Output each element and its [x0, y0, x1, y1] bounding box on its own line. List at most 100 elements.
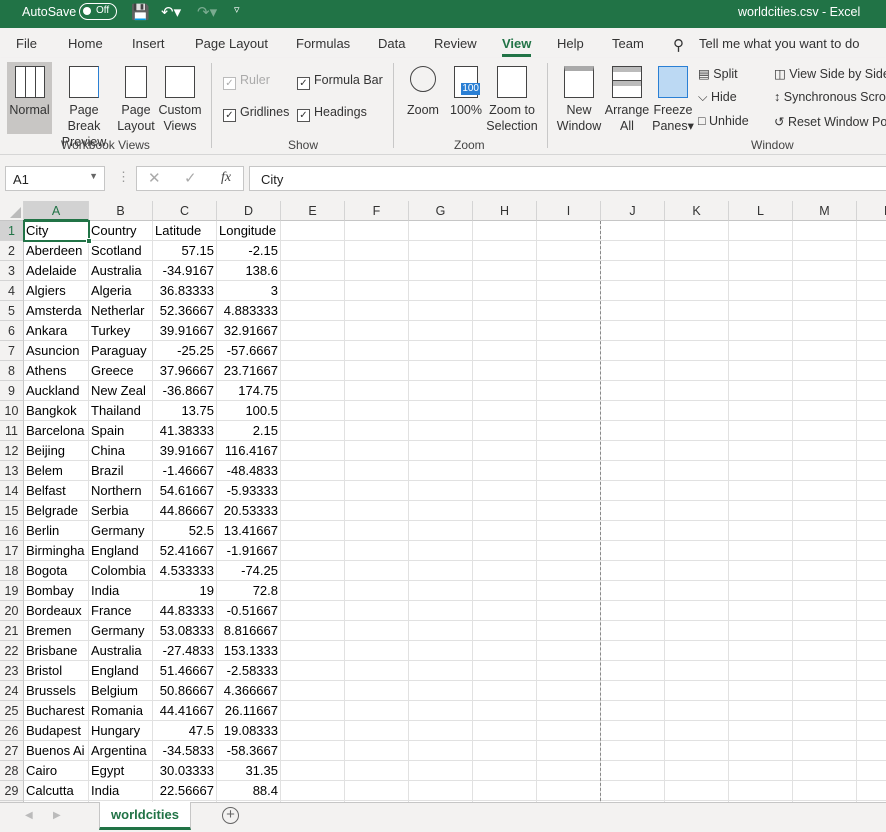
cell[interactable]	[793, 681, 857, 701]
cell[interactable]: 20.53333	[217, 501, 281, 521]
cell[interactable]: Bordeaux	[24, 601, 89, 621]
cell[interactable]: 72.8	[217, 581, 281, 601]
cell[interactable]	[729, 581, 793, 601]
column-header-i[interactable]: I	[537, 201, 601, 221]
cell[interactable]	[473, 461, 537, 481]
cell[interactable]: 39.91667	[153, 321, 217, 341]
cell[interactable]: 52.41667	[153, 541, 217, 561]
cell[interactable]	[729, 301, 793, 321]
row-header[interactable]: 20	[0, 601, 24, 621]
cell[interactable]	[473, 681, 537, 701]
cell[interactable]	[345, 421, 409, 441]
cell[interactable]: 4.366667	[217, 681, 281, 701]
cell[interactable]	[537, 641, 601, 661]
cell[interactable]	[793, 441, 857, 461]
add-sheet-icon[interactable]: +	[222, 807, 239, 824]
cell[interactable]: Budapest	[24, 721, 89, 741]
cell[interactable]: 44.41667	[153, 701, 217, 721]
column-header-c[interactable]: C	[153, 201, 217, 221]
cell[interactable]: 174.75	[217, 381, 281, 401]
row-header[interactable]: 4	[0, 281, 24, 301]
cell[interactable]	[729, 401, 793, 421]
cell[interactable]: Brussels	[24, 681, 89, 701]
cell[interactable]: Argentina	[89, 741, 153, 761]
cell[interactable]	[409, 661, 473, 681]
cell[interactable]: Bristol	[24, 661, 89, 681]
row-header[interactable]: 1	[0, 221, 24, 241]
cell[interactable]	[601, 781, 665, 801]
cell[interactable]	[601, 321, 665, 341]
cell[interactable]: Australia	[89, 641, 153, 661]
cell[interactable]: 41.38333	[153, 421, 217, 441]
cell[interactable]	[345, 561, 409, 581]
cell[interactable]	[537, 701, 601, 721]
cell[interactable]	[665, 381, 729, 401]
cell[interactable]	[857, 401, 886, 421]
cell[interactable]	[409, 401, 473, 421]
cell[interactable]	[729, 641, 793, 661]
cell[interactable]: -1.91667	[217, 541, 281, 561]
column-header-k[interactable]: K	[665, 201, 729, 221]
cell[interactable]: 57.15	[153, 241, 217, 261]
cell[interactable]	[601, 281, 665, 301]
cell[interactable]	[729, 361, 793, 381]
cell[interactable]	[601, 621, 665, 641]
cell[interactable]	[601, 341, 665, 361]
cell[interactable]	[281, 401, 345, 421]
page-layout-button[interactable]: Page Layout	[116, 66, 156, 134]
cell[interactable]	[345, 281, 409, 301]
cell[interactable]	[857, 581, 886, 601]
cell[interactable]	[857, 241, 886, 261]
cell[interactable]	[473, 781, 537, 801]
cell[interactable]: 13.41667	[217, 521, 281, 541]
cell[interactable]	[409, 421, 473, 441]
cell[interactable]: -74.25	[217, 561, 281, 581]
cell[interactable]	[281, 321, 345, 341]
normal-view-button[interactable]: Normal	[7, 62, 52, 134]
cell[interactable]: -57.6667	[217, 341, 281, 361]
cell[interactable]: Belem	[24, 461, 89, 481]
cell[interactable]	[409, 261, 473, 281]
cell[interactable]	[729, 421, 793, 441]
cell[interactable]	[345, 701, 409, 721]
cell[interactable]: 4.883333	[217, 301, 281, 321]
name-box[interactable]: A1 ▼	[5, 166, 105, 191]
cell[interactable]	[793, 741, 857, 761]
column-header-b[interactable]: B	[89, 201, 153, 221]
cell[interactable]	[473, 421, 537, 441]
cell[interactable]: Bremen	[24, 621, 89, 641]
cell[interactable]	[793, 321, 857, 341]
cell[interactable]: Spain	[89, 421, 153, 441]
cell[interactable]: -34.9167	[153, 261, 217, 281]
cell[interactable]	[665, 541, 729, 561]
freeze-panes-button[interactable]: Freeze Panes▾	[650, 66, 696, 134]
cell[interactable]: -2.58333	[217, 661, 281, 681]
cell[interactable]	[473, 761, 537, 781]
cell[interactable]	[793, 561, 857, 581]
cell[interactable]	[793, 641, 857, 661]
cell[interactable]	[281, 421, 345, 441]
cell[interactable]	[793, 461, 857, 481]
cell[interactable]: -58.3667	[217, 741, 281, 761]
cell[interactable]	[857, 781, 886, 801]
cell[interactable]	[857, 321, 886, 341]
row-header[interactable]: 24	[0, 681, 24, 701]
cell[interactable]	[601, 681, 665, 701]
cell[interactable]	[793, 621, 857, 641]
cell[interactable]	[793, 421, 857, 441]
ruler-checkbox[interactable]: ✓ Ruler	[223, 73, 270, 90]
column-header-e[interactable]: E	[281, 201, 345, 221]
cell[interactable]: -5.93333	[217, 481, 281, 501]
cell[interactable]	[537, 561, 601, 581]
row-header[interactable]: 26	[0, 721, 24, 741]
cell[interactable]	[665, 761, 729, 781]
cell[interactable]	[345, 361, 409, 381]
cell[interactable]	[537, 241, 601, 261]
cell[interactable]	[345, 741, 409, 761]
cell[interactable]: -27.4833	[153, 641, 217, 661]
cell[interactable]	[729, 661, 793, 681]
cell[interactable]	[601, 721, 665, 741]
cell[interactable]	[281, 581, 345, 601]
cell[interactable]: France	[89, 601, 153, 621]
row-header[interactable]: 16	[0, 521, 24, 541]
